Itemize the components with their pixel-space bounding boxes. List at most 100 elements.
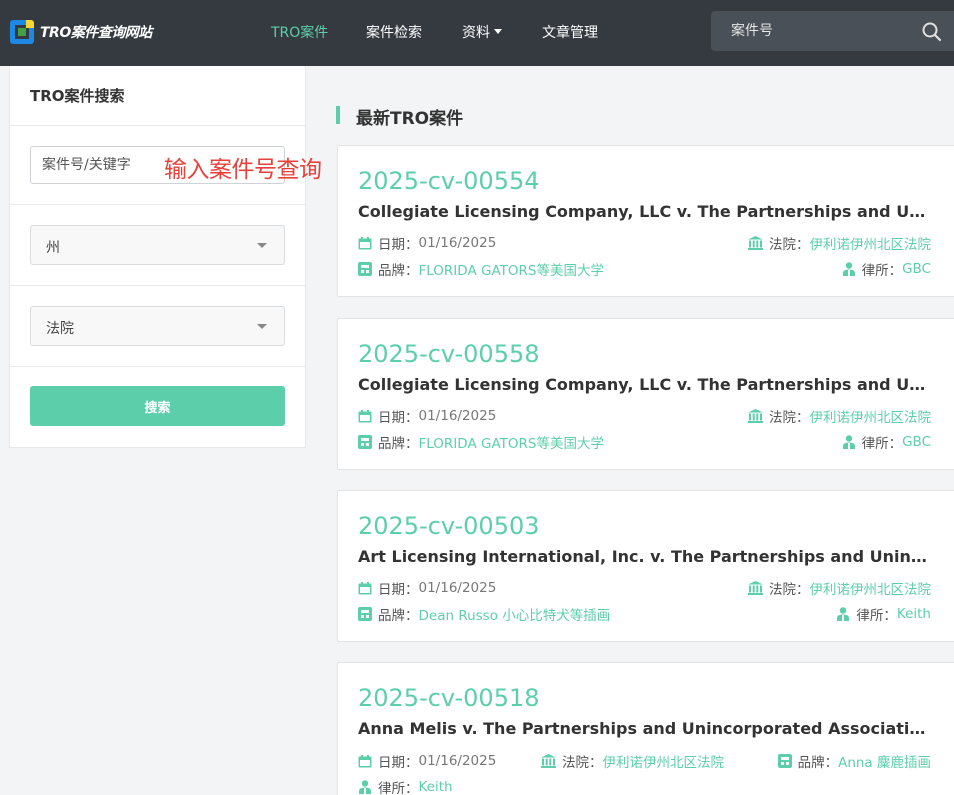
- site-logo[interactable]: TRO案件查询网站: [10, 19, 160, 45]
- case-court: 法院： 伊利诺伊州北区法院: [541, 751, 724, 771]
- case-title: Collegiate Licensing Company, LLC v. The…: [358, 375, 933, 394]
- state-select-value: 州: [46, 240, 60, 256]
- courthouse-icon: [748, 409, 763, 423]
- courthouse-icon: [748, 581, 763, 595]
- court-label: 法院：: [769, 237, 810, 253]
- courthouse-icon: [541, 754, 556, 768]
- nav-search-input[interactable]: [711, 11, 911, 51]
- case-brand: 品牌： Anna 麋鹿插画: [777, 751, 931, 771]
- case-court: 法院： 伊利诺伊州北区法院: [748, 406, 931, 426]
- brand-value[interactable]: Anna 麋鹿插画: [838, 751, 931, 771]
- case-court: 法院： 伊利诺伊州北区法院: [748, 233, 931, 253]
- brand-value[interactable]: Dean Russo 小心比特犬等插画: [419, 604, 611, 624]
- firm-value[interactable]: Keith: [897, 606, 931, 622]
- divider: [10, 285, 305, 286]
- search-icon[interactable]: [921, 21, 943, 43]
- firm-value[interactable]: Keith: [419, 779, 453, 795]
- date-label: 日期：: [378, 755, 419, 771]
- brand-icon: [358, 607, 372, 621]
- date-label: 日期：: [378, 237, 419, 253]
- case-search-panel: TRO案件搜索 州 法院 搜索: [9, 66, 306, 448]
- firm-label: 律所：: [861, 436, 903, 452]
- firm-value[interactable]: GBC: [902, 261, 931, 277]
- top-navbar: TRO案件查询网站 TRO案件 案件检索 资料 文章管理: [0, 0, 954, 66]
- case-number-link[interactable]: 2025-cv-00518: [358, 684, 540, 712]
- date-value: 01/16/2025: [418, 580, 497, 596]
- case-date: 日期： 01/16/2025: [358, 233, 496, 253]
- case-title: Anna Melis v. The Partnerships and Uninc…: [358, 719, 933, 738]
- court-value[interactable]: 伊利诺伊州北区法院: [810, 578, 932, 598]
- nav-tro-cases[interactable]: TRO案件: [271, 22, 328, 42]
- case-number-link[interactable]: 2025-cv-00554: [358, 167, 540, 195]
- case-date: 日期： 01/16/2025: [358, 751, 496, 771]
- court-value[interactable]: 伊利诺伊州北区法院: [603, 751, 725, 771]
- nav-search-box: [711, 11, 954, 51]
- case-title: Collegiate Licensing Company, LLC v. The…: [358, 202, 933, 221]
- firm-label: 律所：: [861, 263, 903, 279]
- firm-value[interactable]: GBC: [902, 434, 931, 450]
- brand-label: 品牌：: [378, 436, 419, 452]
- brand-value[interactable]: FLORIDA GATORS等美国大学: [419, 432, 604, 452]
- brand-icon: [358, 262, 372, 276]
- case-card: 2025-cv-00518 Anna Melis v. The Partners…: [337, 662, 954, 795]
- case-brand: 品牌： FLORIDA GATORS等美国大学: [358, 259, 604, 279]
- state-select[interactable]: 州: [30, 225, 285, 265]
- case-law-firm: 律所： Keith: [358, 777, 453, 795]
- case-number-link[interactable]: 2025-cv-00558: [358, 340, 540, 368]
- brand-icon: [358, 435, 372, 449]
- case-law-firm: 律所： Keith: [836, 604, 931, 624]
- case-brand: 品牌： Dean Russo 小心比特犬等插画: [358, 604, 610, 624]
- court-value[interactable]: 伊利诺伊州北区法院: [810, 406, 932, 426]
- chevron-down-icon: [257, 324, 267, 329]
- lawyer-icon: [842, 434, 855, 449]
- case-card: 2025-cv-00558 Collegiate Licensing Compa…: [337, 318, 954, 470]
- divider: [10, 125, 305, 126]
- panel-title: TRO案件搜索: [30, 87, 125, 105]
- search-button[interactable]: 搜索: [30, 386, 285, 426]
- brand-icon: [777, 754, 792, 768]
- case-date: 日期： 01/16/2025: [358, 578, 496, 598]
- lawyer-icon: [359, 779, 371, 794]
- date-value: 01/16/2025: [418, 753, 497, 769]
- calendar-icon: [358, 754, 372, 767]
- nav-resources-label: 资料: [462, 25, 490, 41]
- calendar-icon: [358, 236, 372, 249]
- divider: [10, 366, 305, 367]
- date-label: 日期：: [378, 410, 419, 426]
- date-value: 01/16/2025: [418, 235, 497, 251]
- divider: [10, 204, 305, 205]
- firm-label: 律所：: [378, 781, 419, 795]
- case-law-firm: 律所： GBC: [842, 259, 931, 279]
- court-select-value: 法院: [46, 321, 74, 337]
- nav-article-management[interactable]: 文章管理: [542, 22, 598, 42]
- court-select[interactable]: 法院: [30, 306, 285, 346]
- firm-label: 律所：: [856, 608, 897, 624]
- search-hint-annotation: 输入案件号查询: [164, 157, 322, 183]
- caret-down-icon: [494, 29, 502, 34]
- date-label: 日期：: [378, 582, 419, 598]
- lawyer-icon: [842, 261, 855, 276]
- court-label: 法院：: [562, 755, 603, 771]
- nav-case-search[interactable]: 案件检索: [366, 22, 422, 42]
- date-value: 01/16/2025: [418, 408, 497, 424]
- nav-resources-dropdown[interactable]: 资料: [462, 22, 502, 42]
- brand-label: 品牌：: [797, 755, 839, 771]
- calendar-icon: [358, 409, 372, 422]
- lawyer-icon: [837, 606, 850, 621]
- case-brand: 品牌： FLORIDA GATORS等美国大学: [358, 432, 604, 452]
- case-number-link[interactable]: 2025-cv-00503: [358, 512, 540, 540]
- section-title: 最新TRO案件: [356, 109, 464, 129]
- brand-label: 品牌：: [378, 263, 419, 279]
- brand-label: 品牌：: [378, 608, 419, 624]
- courthouse-icon: [748, 236, 763, 250]
- case-card: 2025-cv-00503 Art Licensing Internationa…: [337, 490, 954, 642]
- case-date: 日期： 01/16/2025: [358, 406, 496, 426]
- logo-icon: [10, 20, 34, 44]
- case-law-firm: 律所： GBC: [842, 432, 931, 452]
- site-name: TRO案件查询网站: [40, 25, 152, 41]
- court-label: 法院：: [769, 410, 810, 426]
- brand-value[interactable]: FLORIDA GATORS等美国大学: [419, 259, 604, 279]
- court-label: 法院：: [769, 582, 810, 598]
- court-value[interactable]: 伊利诺伊州北区法院: [810, 233, 932, 253]
- section-accent-bar: [336, 106, 340, 124]
